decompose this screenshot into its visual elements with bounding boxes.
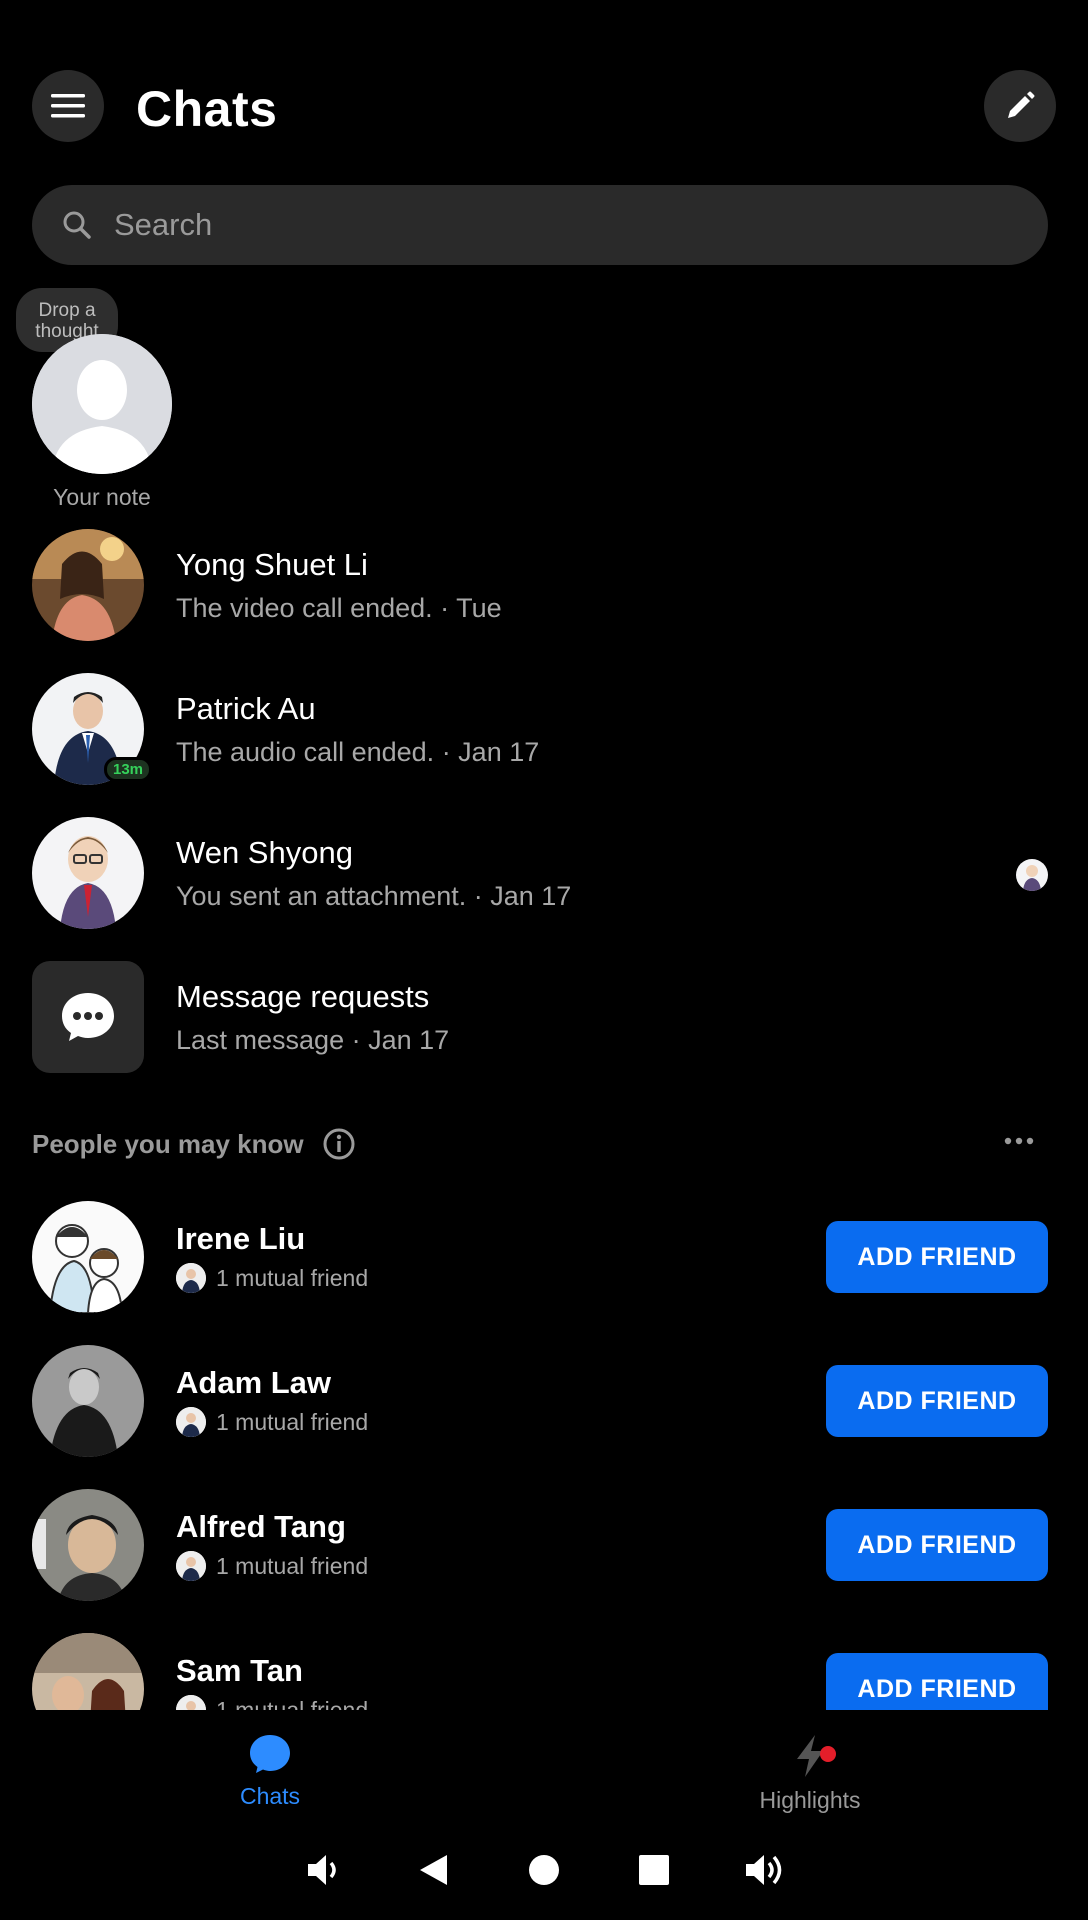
avatar bbox=[32, 1345, 144, 1457]
add-friend-button[interactable]: ADD FRIEND bbox=[826, 1653, 1048, 1710]
system-nav-bar bbox=[0, 1820, 1088, 1920]
chat-row[interactable]: Wen Shyong You sent an attachment. · Jan… bbox=[32, 817, 1048, 929]
search-bar[interactable] bbox=[32, 185, 1048, 265]
tab-highlights-label: Highlights bbox=[759, 1787, 861, 1813]
chat-name: Patrick Au bbox=[176, 691, 316, 726]
volume-up-icon bbox=[746, 1855, 782, 1885]
tab-chats-label: Chats bbox=[239, 1783, 301, 1809]
avatar bbox=[32, 1633, 144, 1710]
chat-row[interactable]: Yong Shuet Li The video call ended. · Tu… bbox=[32, 529, 1048, 641]
chat-preview: The audio call ended. · Jan 17 bbox=[176, 737, 540, 767]
people-you-may-know-header: People you may know bbox=[32, 1125, 1048, 1165]
mutual-friends: 1 mutual friend bbox=[176, 1551, 368, 1581]
active-time-badge: 13m bbox=[104, 757, 153, 782]
volume-up-button[interactable] bbox=[739, 1845, 789, 1895]
tab-chats[interactable]: Chats bbox=[190, 1734, 350, 1810]
suggestion-row[interactable]: Sam Tan 1 mutual friend ADD FRIEND bbox=[32, 1633, 1048, 1710]
default-avatar-icon bbox=[32, 334, 172, 474]
avatar bbox=[32, 817, 144, 929]
chat-preview: Last message · Jan 17 bbox=[176, 1025, 450, 1055]
suggestion-row[interactable]: Alfred Tang 1 mutual friend ADD FRIEND bbox=[32, 1489, 1048, 1601]
back-icon bbox=[420, 1855, 447, 1885]
avatar bbox=[32, 1489, 144, 1601]
search-input[interactable] bbox=[114, 207, 914, 243]
add-friend-button[interactable]: ADD FRIEND bbox=[826, 1365, 1048, 1437]
info-icon[interactable] bbox=[322, 1127, 356, 1161]
suggestion-name: Irene Liu bbox=[176, 1221, 306, 1256]
volume-down-icon bbox=[308, 1855, 336, 1885]
home-icon bbox=[529, 1855, 559, 1885]
mutual-friends: 1 mutual friend bbox=[176, 1263, 368, 1293]
add-friend-button[interactable]: ADD FRIEND bbox=[826, 1509, 1048, 1581]
chat-name: Yong Shuet Li bbox=[176, 547, 368, 582]
volume-down-button[interactable] bbox=[299, 1845, 349, 1895]
chat-name: Message requests bbox=[176, 979, 430, 1014]
chat-bubble-icon bbox=[62, 993, 114, 1041]
chat-bubble-icon bbox=[250, 1735, 290, 1773]
chat-preview: The video call ended. · Tue bbox=[176, 593, 502, 623]
mutual-friends: 1 mutual friend bbox=[176, 1407, 368, 1437]
notification-dot bbox=[820, 1746, 836, 1762]
mutual-friends-text: 1 mutual friend bbox=[216, 1552, 369, 1579]
page-title: Chats bbox=[136, 81, 278, 137]
avatar bbox=[32, 1201, 144, 1313]
more-icon[interactable] bbox=[1004, 1137, 1034, 1145]
suggestion-row[interactable]: Adam Law 1 mutual friend ADD FRIEND bbox=[32, 1345, 1048, 1457]
section-title: People you may know bbox=[32, 1129, 304, 1159]
compose-button[interactable] bbox=[984, 70, 1056, 142]
mutual-friends-text: 1 mutual friend bbox=[216, 1264, 369, 1291]
avatar bbox=[32, 529, 144, 641]
add-friend-button[interactable]: ADD FRIEND bbox=[826, 1221, 1048, 1293]
suggestion-row[interactable]: Irene Liu 1 mutual friend ADD FRIEND bbox=[32, 1201, 1048, 1313]
your-note[interactable]: Drop a thought Your note bbox=[16, 288, 196, 514]
mutual-friends-text: 1 mutual friend bbox=[216, 1696, 369, 1711]
search-icon bbox=[63, 211, 91, 239]
menu-icon bbox=[51, 94, 85, 118]
bottom-nav: Chats Highlights bbox=[0, 1710, 1088, 1820]
header: Chats bbox=[32, 70, 1056, 146]
note-avatar[interactable] bbox=[32, 334, 172, 474]
recents-icon bbox=[639, 1855, 669, 1885]
mutual-friends: 1 mutual friend bbox=[176, 1695, 368, 1710]
recents-button[interactable] bbox=[629, 1845, 679, 1895]
seen-indicator-avatar bbox=[1016, 859, 1048, 891]
mutual-friend-avatar bbox=[176, 1263, 206, 1293]
chat-preview: You sent an attachment. · Jan 17 bbox=[176, 881, 572, 911]
mutual-friends-text: 1 mutual friend bbox=[216, 1408, 369, 1435]
message-requests-icon bbox=[32, 961, 144, 1073]
back-button[interactable] bbox=[409, 1845, 459, 1895]
suggestion-name: Sam Tan bbox=[176, 1653, 303, 1688]
menu-button[interactable] bbox=[32, 70, 104, 142]
chat-row[interactable]: 13m Patrick Au The audio call ended. · J… bbox=[32, 673, 1048, 785]
tab-highlights[interactable]: Highlights bbox=[730, 1734, 890, 1814]
compose-icon bbox=[1008, 91, 1035, 118]
message-requests-row[interactable]: Message requests Last message · Jan 17 bbox=[32, 961, 1048, 1073]
mutual-friend-avatar bbox=[176, 1551, 206, 1581]
note-label: Your note bbox=[53, 484, 151, 510]
mutual-friend-avatar bbox=[176, 1407, 206, 1437]
chat-list-area: Chats Drop a thought Your note bbox=[0, 0, 1088, 1710]
home-button[interactable] bbox=[519, 1845, 569, 1895]
suggestion-name: Adam Law bbox=[176, 1365, 332, 1400]
mutual-friend-avatar bbox=[176, 1695, 206, 1710]
suggestion-name: Alfred Tang bbox=[176, 1509, 346, 1544]
chat-name: Wen Shyong bbox=[176, 835, 353, 870]
